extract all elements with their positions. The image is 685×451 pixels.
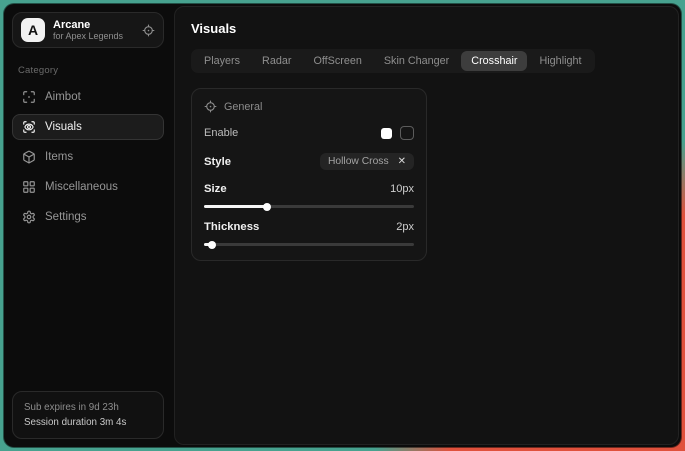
session-duration-text: Session duration 3m 4s: [24, 415, 152, 430]
thickness-row: Thickness 2px: [204, 221, 414, 233]
sidebar-item-label: Aimbot: [45, 91, 81, 103]
target-icon: [204, 100, 217, 113]
main-panel: Visuals Players Radar OffScreen Skin Cha…: [174, 6, 679, 445]
style-label: Style: [204, 156, 231, 168]
enable-label: Enable: [204, 127, 238, 139]
crosshair-color-swatch[interactable]: [381, 128, 392, 139]
gear-icon: [21, 210, 36, 224]
sidebar-item-miscellaneous[interactable]: Miscellaneous: [12, 174, 164, 200]
thickness-slider[interactable]: [204, 243, 414, 246]
thickness-slider-thumb[interactable]: [208, 241, 216, 249]
enable-row: Enable: [204, 126, 414, 140]
crosshair-icon: [21, 90, 36, 104]
sidebar-item-aimbot[interactable]: Aimbot: [12, 84, 164, 110]
sidebar-item-items[interactable]: Items: [12, 144, 164, 170]
target-icon[interactable]: [142, 24, 155, 37]
size-slider-thumb[interactable]: [263, 203, 271, 211]
tab-players[interactable]: Players: [194, 51, 250, 71]
category-label: Category: [18, 65, 164, 76]
size-value: 10px: [390, 183, 414, 195]
style-select[interactable]: Hollow Cross ✕: [320, 153, 414, 170]
page-title: Visuals: [191, 21, 662, 36]
app-logo: A: [21, 18, 45, 42]
general-card-title: General: [224, 101, 262, 113]
app-name: Arcane: [53, 19, 134, 32]
general-card-header: General: [204, 100, 414, 113]
profile-card: A Arcane for Apex Legends: [12, 12, 164, 48]
profile-text: Arcane for Apex Legends: [53, 19, 134, 42]
sidebar-item-visuals[interactable]: Visuals: [12, 114, 164, 140]
tab-highlight[interactable]: Highlight: [529, 51, 591, 71]
sidebar-item-label: Miscellaneous: [45, 181, 118, 193]
sub-expires-text: Sub expires in 9d 23h: [24, 400, 152, 415]
app-window: A Arcane for Apex Legends Category: [4, 4, 681, 447]
sidebar: A Arcane for Apex Legends Category: [4, 4, 172, 447]
app-subtitle: for Apex Legends: [53, 31, 134, 41]
size-label: Size: [204, 183, 227, 195]
tab-crosshair[interactable]: Crosshair: [461, 51, 527, 71]
layout-grid-icon: [21, 180, 36, 194]
sidebar-item-label: Visuals: [45, 121, 82, 133]
thickness-value: 2px: [396, 221, 414, 233]
general-settings-card: General Enable Style Hollow Cross ✕ Size…: [191, 88, 427, 261]
style-row: Style Hollow Cross ✕: [204, 153, 414, 170]
tab-offscreen[interactable]: OffScreen: [303, 51, 371, 71]
style-selected-value: Hollow Cross: [328, 156, 389, 167]
visuals-tab-bar: Players Radar OffScreen Skin Changer Cro…: [191, 49, 595, 73]
sidebar-nav: Aimbot Visuals: [12, 84, 164, 230]
box-icon: [21, 150, 36, 164]
thickness-label: Thickness: [204, 221, 259, 233]
sidebar-item-settings[interactable]: Settings: [12, 204, 164, 230]
scan-eye-icon: [21, 120, 36, 134]
size-slider[interactable]: [204, 205, 414, 208]
sidebar-item-label: Items: [45, 151, 73, 163]
subscription-info-card: Sub expires in 9d 23h Session duration 3…: [12, 391, 164, 439]
clear-style-icon[interactable]: ✕: [398, 156, 406, 167]
tab-skin-changer[interactable]: Skin Changer: [374, 51, 459, 71]
enable-checkbox[interactable]: [400, 126, 414, 140]
tab-radar[interactable]: Radar: [252, 51, 301, 71]
size-row: Size 10px: [204, 183, 414, 195]
sidebar-item-label: Settings: [45, 211, 87, 223]
